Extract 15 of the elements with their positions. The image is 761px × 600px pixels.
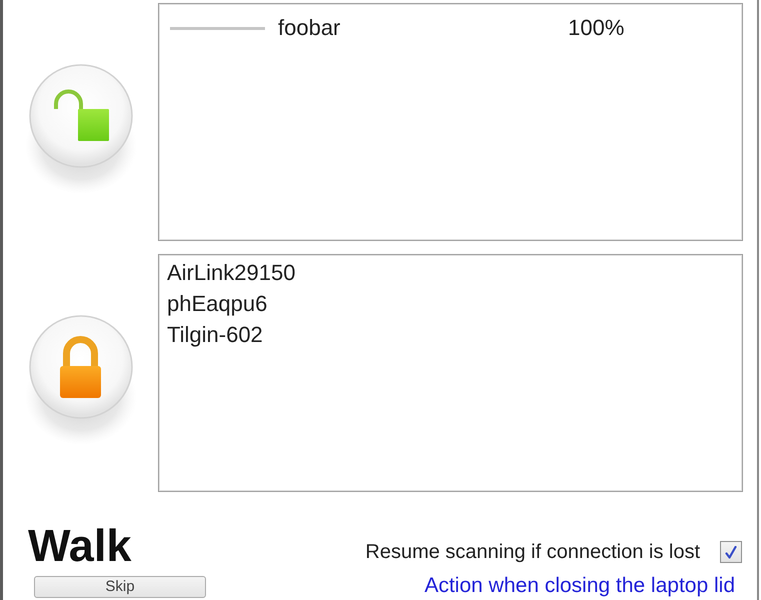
network-list[interactable]: foobar 100%: [158, 3, 743, 241]
resume-scanning-checkbox[interactable]: [720, 541, 742, 563]
network-name[interactable]: Tilgin-602: [167, 319, 263, 350]
skip-button[interactable]: Skip: [34, 576, 206, 598]
open-padlock-icon: [54, 90, 108, 141]
lid-action-link[interactable]: Action when closing the laptop lid: [424, 574, 735, 597]
checkbox-label: Resume scanning if connection is lost: [365, 541, 700, 563]
network-list[interactable]: AirLink29150 phEaqpu6 Tilgin-602: [158, 254, 743, 492]
closed-padlock-icon: [60, 336, 100, 398]
checkmark-icon: [725, 546, 737, 558]
network-name[interactable]: phEaqpu6: [167, 288, 268, 319]
network-name[interactable]: foobar: [278, 15, 568, 41]
signal-percent: 100%: [568, 15, 624, 41]
mode-title: Walk: [28, 524, 132, 568]
network-name[interactable]: AirLink29150: [167, 257, 296, 288]
